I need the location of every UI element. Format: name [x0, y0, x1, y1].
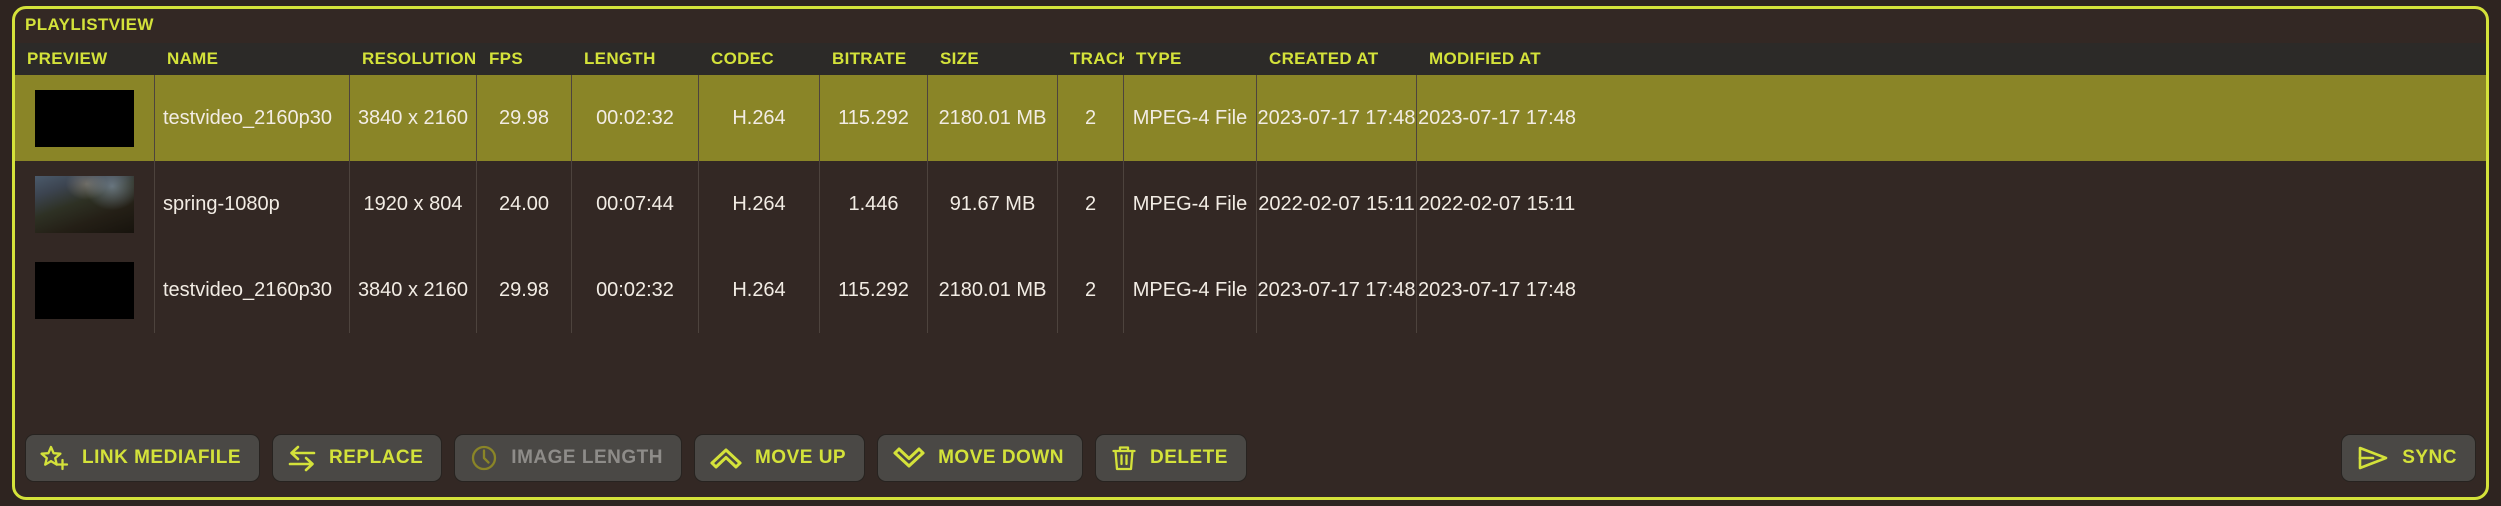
chevron-down-icon	[892, 444, 926, 472]
table-row[interactable]: testvideo_2160p30 3840 x 2160 29.98 00:0…	[15, 75, 2486, 161]
row-codec: H.264	[699, 75, 820, 161]
row-preview-cell	[15, 247, 155, 333]
row-size: 2180.01 MB	[928, 75, 1058, 161]
column-header-size[interactable]: SIZE	[928, 43, 1058, 75]
row-created-at: 2023-07-17 17:48	[1257, 75, 1417, 161]
row-name: testvideo_2160p30	[155, 247, 350, 333]
replace-label: REPLACE	[329, 447, 424, 468]
link-mediafile-button[interactable]: LINK MEDIAFILE	[25, 434, 260, 482]
row-type: MPEG-4 File	[1124, 75, 1257, 161]
column-header-type[interactable]: TYPE	[1124, 43, 1257, 75]
row-resolution: 1920 x 804	[350, 161, 477, 247]
page-title: PLAYLISTVIEW	[25, 15, 154, 34]
row-size: 2180.01 MB	[928, 247, 1058, 333]
row-length: 00:07:44	[572, 161, 699, 247]
row-created-at: 2023-07-17 17:48	[1257, 247, 1417, 333]
playlist-toolbar: LINK MEDIAFILE REPLACE IMAGE LENGTH MOVE…	[15, 419, 2486, 497]
column-header-bitrate[interactable]: BITRATE	[820, 43, 928, 75]
row-fps: 29.98	[477, 247, 572, 333]
row-modified-at: 2022-02-07 15:11	[1418, 192, 1576, 215]
delete-button[interactable]: DELETE	[1094, 434, 1247, 482]
row-fps: 29.98	[477, 75, 572, 161]
row-preview-cell	[15, 75, 155, 161]
row-name: testvideo_2160p30	[155, 75, 350, 161]
sync-button[interactable]: SYNC	[2341, 434, 2476, 482]
image-length-button[interactable]: IMAGE LENGTH	[454, 434, 682, 482]
row-size: 91.67 MB	[928, 161, 1058, 247]
sync-label: SYNC	[2402, 447, 2457, 468]
row-tracks: 2	[1058, 75, 1124, 161]
move-up-button[interactable]: MOVE UP	[693, 434, 866, 482]
row-modified-at: 2023-07-17 17:48	[1418, 278, 1576, 301]
row-name: spring-1080p	[155, 161, 350, 247]
column-header-fps[interactable]: FPS	[477, 43, 572, 75]
video-thumbnail	[35, 261, 134, 319]
row-type: MPEG-4 File	[1124, 247, 1257, 333]
playlistview-panel: PLAYLISTVIEW PREVIEW NAME RESOLUTION FPS…	[12, 6, 2489, 500]
column-header-preview[interactable]: PREVIEW	[15, 43, 155, 75]
column-header-name[interactable]: NAME	[155, 43, 350, 75]
row-bitrate: 115.292	[820, 75, 928, 161]
column-header-length[interactable]: LENGTH	[572, 43, 699, 75]
move-up-label: MOVE UP	[754, 447, 847, 468]
star-plus-icon	[40, 444, 70, 472]
table-row[interactable]: testvideo_2160p30 3840 x 2160 29.98 00:0…	[15, 247, 2486, 333]
row-modified-at: 2023-07-17 17:48	[1418, 106, 1576, 129]
row-fps: 24.00	[477, 161, 572, 247]
clock-icon	[469, 444, 499, 472]
row-type: MPEG-4 File	[1124, 161, 1257, 247]
table-header-row: PREVIEW NAME RESOLUTION FPS LENGTH CODEC…	[15, 43, 2486, 75]
send-arrow-icon	[2356, 444, 2390, 472]
table-row[interactable]: spring-1080p 1920 x 804 24.00 00:07:44 H…	[15, 161, 2486, 247]
panel-title-bar: PLAYLISTVIEW	[15, 9, 2486, 43]
trash-icon	[1110, 444, 1138, 472]
move-down-label: MOVE DOWN	[938, 447, 1064, 468]
row-length: 00:02:32	[572, 247, 699, 333]
row-resolution: 3840 x 2160	[350, 75, 477, 161]
column-header-codec[interactable]: CODEC	[699, 43, 820, 75]
column-header-modified-at[interactable]: MODIFIED AT	[1417, 43, 1577, 75]
row-codec: H.264	[699, 161, 820, 247]
row-tracks: 2	[1058, 161, 1124, 247]
video-thumbnail	[35, 175, 134, 233]
row-length: 00:02:32	[572, 75, 699, 161]
replace-button[interactable]: REPLACE	[272, 434, 443, 482]
row-tracks: 2	[1058, 247, 1124, 333]
column-header-tracks[interactable]: TRACKS	[1058, 43, 1124, 75]
column-header-resolution[interactable]: RESOLUTION	[350, 43, 477, 75]
column-header-created-at[interactable]: CREATED AT	[1257, 43, 1417, 75]
row-codec: H.264	[699, 247, 820, 333]
row-created-at: 2022-02-07 15:11	[1257, 161, 1417, 247]
row-preview-cell	[15, 161, 155, 247]
row-bitrate: 1.446	[820, 161, 928, 247]
playlist-table: PREVIEW NAME RESOLUTION FPS LENGTH CODEC…	[15, 43, 2486, 419]
delete-label: DELETE	[1149, 447, 1228, 468]
chevron-up-icon	[709, 444, 743, 472]
row-bitrate: 115.292	[820, 247, 928, 333]
image-length-label: IMAGE LENGTH	[511, 447, 663, 468]
swap-arrows-icon	[287, 444, 317, 472]
move-down-button[interactable]: MOVE DOWN	[877, 434, 1083, 482]
row-resolution: 3840 x 2160	[350, 247, 477, 333]
video-thumbnail	[35, 89, 134, 147]
link-mediafile-label: LINK MEDIAFILE	[82, 447, 241, 468]
